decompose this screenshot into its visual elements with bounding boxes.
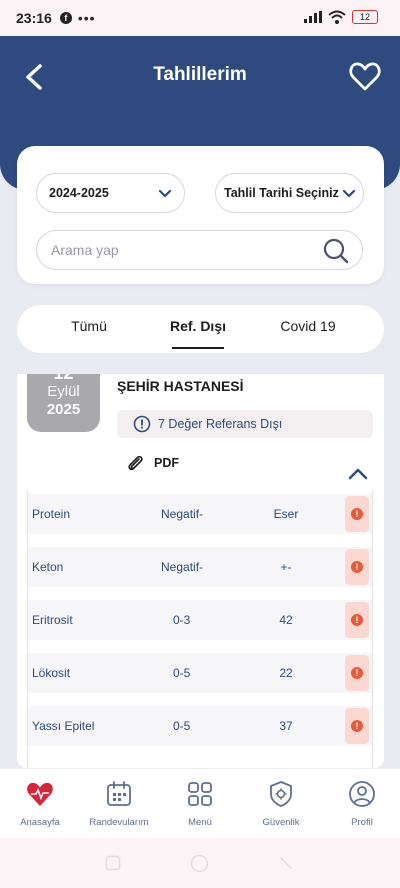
filter-card: 2024-2025 Tahlil Tarihi Seçiniz: [17, 146, 384, 284]
alert-icon: !: [351, 720, 363, 732]
nav-security-label: Güvenlik: [262, 817, 300, 828]
date-select[interactable]: Tahlil Tarihi Seçiniz: [215, 173, 364, 213]
alert-flag: !: [345, 708, 369, 744]
status-bar: 23:16 f ••• 12: [0, 0, 400, 36]
favorites-button[interactable]: [348, 60, 382, 94]
search-input[interactable]: [51, 242, 311, 258]
status-time: 23:16: [16, 10, 52, 26]
year-select-value: 2024-2025: [49, 186, 109, 200]
nav-home-label: Anasayfa: [20, 817, 60, 828]
tab-out-of-reference[interactable]: Ref. Dışı: [162, 318, 234, 334]
recent-apps-icon[interactable]: [105, 855, 121, 871]
pdf-label: PDF: [154, 456, 179, 470]
search-box: [36, 230, 363, 270]
reference-range: 0-5: [173, 666, 191, 680]
alert-flag: !: [345, 602, 369, 638]
home-system-icon[interactable]: [190, 854, 209, 873]
nav-security[interactable]: Güvenlik: [241, 779, 321, 828]
paperclip-icon: [128, 455, 143, 471]
test-name: Keton: [32, 560, 64, 574]
reference-range: 0-3: [173, 613, 191, 627]
back-system-icon[interactable]: [278, 855, 294, 871]
date-day: 12: [27, 374, 100, 382]
nav-profile[interactable]: Profil: [322, 779, 400, 828]
chevron-down-icon: [158, 189, 172, 198]
table-row[interactable]: Lökosit 0-5 22 !: [28, 653, 372, 693]
nav-profile-label: Profil: [351, 817, 373, 828]
year-select[interactable]: 2024-2025: [36, 173, 185, 213]
alert-icon: !: [351, 614, 363, 626]
alert-flag: !: [345, 549, 369, 585]
status-icons: 12: [304, 10, 378, 24]
results-table: Protein Negatif- Eser ! Keton Negatif- +…: [27, 490, 373, 768]
tab-covid-19[interactable]: Covid 19: [273, 318, 343, 334]
search-icon[interactable]: [322, 237, 350, 265]
alert-flag: !: [345, 655, 369, 691]
out-of-reference-text: 7 Değer Referans Dışı: [158, 417, 283, 431]
nav-menu-label: Menü: [188, 817, 212, 828]
wifi-icon: [328, 10, 346, 24]
date-select-value: Tahlil Tarihi Seçiniz: [224, 186, 339, 200]
table-row[interactable]: Eritrosit 0-3 42 !: [28, 600, 372, 640]
out-of-reference-badge[interactable]: 7 Değer Referans Dışı: [117, 410, 373, 438]
active-tab-indicator: [172, 347, 224, 349]
grid-menu-icon: [188, 782, 212, 806]
test-value: 37: [279, 719, 293, 733]
shield-gear-icon: [270, 781, 292, 807]
reference-range: Negatif-: [161, 560, 204, 574]
pdf-button[interactable]: PDF: [125, 453, 179, 473]
reference-range: Negatif-: [161, 507, 204, 521]
alert-icon: !: [351, 561, 363, 573]
table-row[interactable]: Keton Negatif- +- !: [28, 547, 372, 587]
info-icon: [133, 415, 151, 433]
nav-home[interactable]: Anasayfa: [0, 779, 80, 828]
chevron-up-icon: [348, 468, 368, 480]
heart-icon: [349, 62, 381, 91]
nav-appointments-label: Randevularım: [89, 817, 149, 828]
bottom-navigation: Anasayfa Randevularım Menü Güvenlik Prof…: [0, 768, 400, 838]
battery-icon: 12: [352, 10, 378, 24]
test-value: +-: [280, 560, 292, 574]
table-row[interactable]: Yassı Epitel 0-5 37 !: [28, 706, 372, 746]
facebook-icon: f: [59, 12, 72, 24]
alert-flag: !: [345, 496, 369, 532]
page-title: Tahlillerim: [153, 64, 247, 85]
result-card: 12 Eylül 2025 ŞEHİR HASTANESİ 7 Değer Re…: [17, 374, 384, 768]
test-value: Eser: [273, 507, 299, 521]
test-name: Yassı Epitel: [32, 719, 95, 733]
tab-all[interactable]: Tümü: [63, 318, 115, 334]
reference-range: 0-5: [173, 719, 191, 733]
test-name: Protein: [32, 507, 71, 521]
alert-icon: !: [351, 667, 363, 679]
tab-bar: Tümü Ref. Dışı Covid 19: [17, 305, 384, 353]
date-year: 2025: [46, 401, 81, 418]
test-name: Eritrosit: [32, 613, 73, 627]
alert-icon: !: [351, 508, 363, 520]
test-value: 42: [279, 613, 293, 627]
date-month: Eylül: [47, 383, 80, 400]
date-badge: 12 Eylül 2025: [27, 374, 100, 432]
system-navigation-bar: [0, 838, 400, 888]
nav-appointments[interactable]: Randevularım: [79, 779, 159, 828]
nav-menu[interactable]: Menü: [160, 779, 240, 828]
chevron-down-icon: [342, 189, 356, 198]
calendar-icon: [107, 781, 131, 806]
signal-icon: [304, 11, 322, 23]
table-row[interactable]: Protein Negatif- Eser !: [28, 494, 372, 534]
hospital-name: ŞEHİR HASTANESİ: [117, 378, 244, 394]
test-name: Lökosit: [32, 666, 71, 680]
more-notifications-icon: •••: [77, 10, 96, 26]
collapse-button[interactable]: [347, 466, 369, 482]
user-profile-icon: [349, 781, 375, 807]
test-value: 22: [279, 666, 293, 680]
home-heart-icon: [27, 782, 53, 806]
